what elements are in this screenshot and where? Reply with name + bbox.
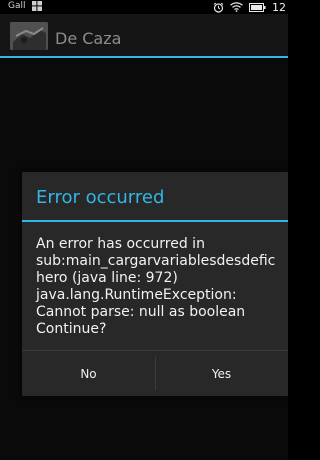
dialog-message-line: hero (java line: 972) [36, 270, 178, 286]
error-dialog: Error occurred An error has occurred in … [22, 172, 288, 396]
phone-screen: Gall 12 De Caza Error occurred An error … [0, 0, 288, 460]
dialog-title-divider [22, 220, 288, 222]
action-bar: De Caza [0, 14, 288, 56]
no-button[interactable]: No [22, 351, 155, 396]
dialog-message-line: An error has occurred in [36, 236, 205, 252]
status-right: 12 [213, 0, 286, 14]
windows-icon [31, 1, 42, 11]
dialog-message-line: Continue? [36, 321, 107, 337]
status-left: Gall [8, 1, 42, 11]
status-time: 12 [272, 0, 286, 14]
battery-icon [249, 2, 266, 12]
dialog-message-line: java.lang.RuntimeException: [36, 287, 237, 303]
carrier-label: Gall [8, 1, 26, 11]
alarm-icon [213, 2, 224, 13]
yes-button[interactable]: Yes [155, 351, 288, 396]
status-bar: Gall 12 [0, 0, 288, 14]
app-logo-icon[interactable] [10, 22, 48, 50]
dialog-message-line: Cannot parse: null as boolean [36, 304, 246, 320]
wifi-icon [230, 2, 243, 12]
dialog-title: Error occurred [36, 187, 165, 208]
dialog-message-line: sub:main_cargarvariablesdesdefic [36, 253, 276, 269]
dialog-message: An error has occurred in sub:main_cargar… [36, 236, 282, 338]
app-title: De Caza [55, 29, 122, 48]
